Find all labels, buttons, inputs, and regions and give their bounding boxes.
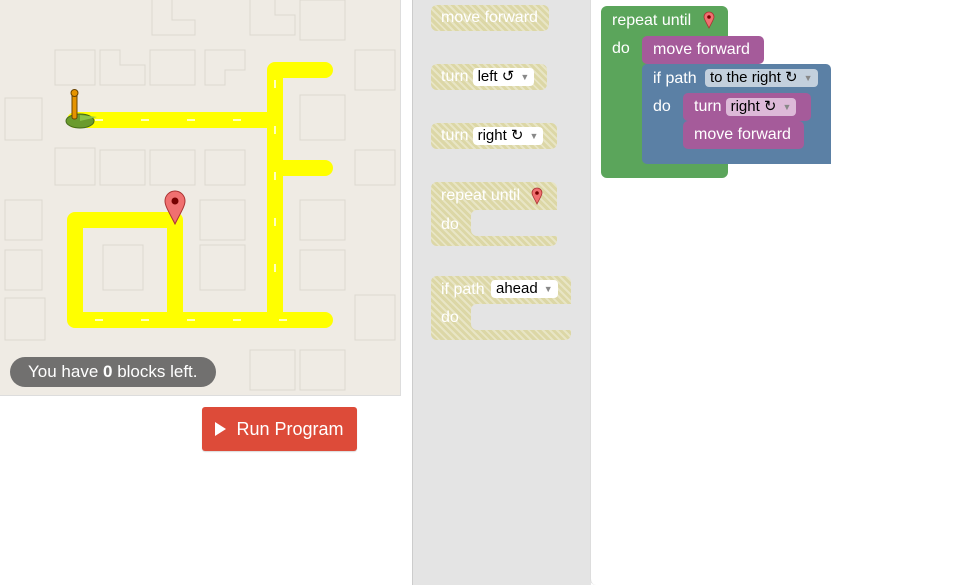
toolbox-if-path-block[interactable]: if path ahead ▼ do: [431, 276, 571, 340]
block-label: move forward: [653, 41, 750, 58]
maze-canvas: [4, 0, 396, 391]
path-direction-dropdown[interactable]: to the right ↻ ▼: [705, 69, 818, 87]
turn-right-block[interactable]: turn right ↻ ▼: [683, 93, 811, 121]
dropdown-arrow-icon: ▼: [782, 102, 792, 113]
background-tiles: [4, 0, 396, 391]
direction-dropdown[interactable]: left ↺ ▼: [472, 68, 535, 86]
dropdown-value: right ↻: [477, 127, 524, 144]
goal-marker-icon: [703, 11, 715, 29]
dropdown-value: left ↺: [477, 68, 515, 85]
dropdown-value: ahead: [496, 280, 538, 297]
dropdown-arrow-icon: ▼: [529, 131, 539, 142]
do-label: do: [441, 216, 459, 233]
play-icon: [215, 422, 227, 436]
block-label: move forward: [694, 126, 791, 143]
block-label: repeat until: [612, 12, 692, 29]
block-footer: [674, 152, 831, 164]
block-label: turn: [694, 98, 722, 115]
block-label: turn: [441, 127, 469, 144]
statement-slot: [471, 304, 571, 330]
block-label: if path: [441, 281, 485, 298]
maze-area: You have 0 blocks left.: [0, 0, 401, 396]
toolbox-repeat-until-block[interactable]: repeat until do: [431, 182, 557, 246]
dropdown-arrow-icon: ▼: [543, 284, 553, 295]
toolbox-move-forward-block[interactable]: move forward: [431, 5, 549, 31]
run-program-label: Run Program: [236, 418, 344, 439]
block-label: move forward: [441, 9, 538, 26]
dropdown-value: right ↻: [730, 98, 777, 115]
toolbox: move forward turn left ↺ ▼ turn right ↻ ▼ re…: [412, 0, 591, 585]
pegman-icon: [65, 89, 97, 129]
dropdown-arrow-icon: ▼: [520, 72, 530, 83]
dropdown-arrow-icon: ▼: [803, 73, 813, 84]
toolbox-turn-right-block[interactable]: turn right ↻ ▼: [431, 123, 557, 149]
dropdown-value: to the right ↻: [710, 69, 798, 86]
block-label: repeat until: [441, 187, 521, 204]
goal-marker-icon: [531, 187, 543, 205]
move-forward-block[interactable]: move forward: [642, 36, 764, 64]
toolbox-turn-left-block[interactable]: turn left ↺ ▼: [431, 64, 547, 90]
path-direction-dropdown[interactable]: ahead ▼: [491, 280, 558, 298]
do-label: do: [653, 98, 671, 115]
direction-dropdown[interactable]: right ↻ ▼: [472, 127, 544, 145]
blocks-left-status: You have 0 blocks left.: [10, 357, 216, 387]
block-label: turn: [441, 68, 469, 85]
run-program-button[interactable]: Run Program: [202, 407, 357, 451]
do-label: do: [612, 40, 630, 57]
block-label: if path: [653, 70, 697, 87]
move-forward-block[interactable]: move forward: [683, 121, 804, 149]
do-label: do: [441, 309, 459, 326]
statement-slot: [471, 210, 557, 236]
direction-dropdown[interactable]: right ↻ ▼: [725, 98, 797, 116]
workspace: repeat until do move forward if path to …: [590, 0, 959, 585]
